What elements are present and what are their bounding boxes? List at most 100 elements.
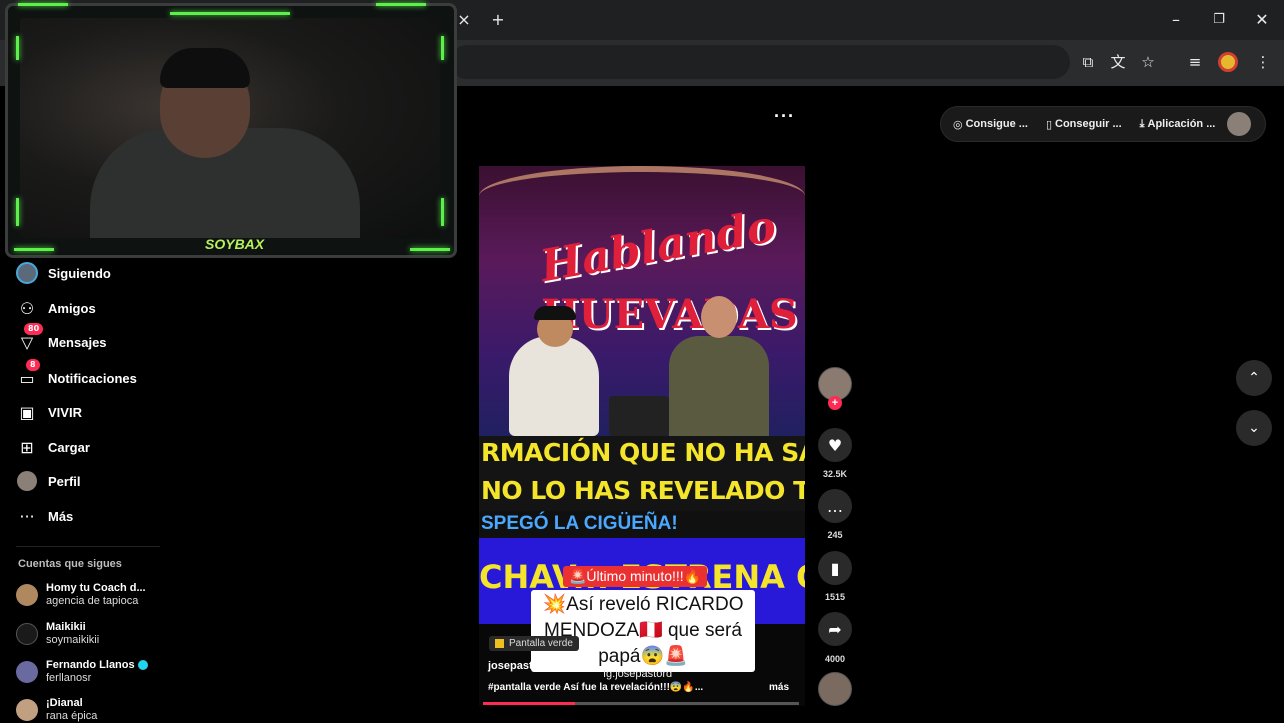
see-more-link[interactable]: más	[769, 682, 789, 693]
account-handle: agencia de tapioca	[46, 595, 139, 607]
account-item[interactable]: Maikikii soymaikikii	[16, 621, 99, 647]
person-hair	[160, 48, 250, 88]
next-video-button[interactable]: ⌄	[1236, 410, 1272, 446]
sidebar-item-messages[interactable]: ▽ 80 Mensajes	[14, 323, 107, 357]
sidebar-item-friends[interactable]: ⚇ Amigos	[14, 293, 96, 323]
avatar-icon	[14, 260, 40, 286]
share-button[interactable]: ➦	[818, 612, 852, 646]
frame-accent	[16, 198, 19, 226]
cast-icon[interactable]: ⧉	[1076, 50, 1100, 74]
streamer-name: SOYBAX	[205, 236, 265, 252]
friends-icon: ⚇	[19, 298, 35, 318]
account-item[interactable]: Homy tu Coach d... agencia de tapioca	[16, 582, 146, 608]
get-desktop-label: Conseguir ...	[1055, 118, 1122, 130]
account-item[interactable]: Fernando Llanos ferllanosr	[16, 659, 148, 685]
media-icon[interactable]: ≡	[1183, 50, 1207, 74]
translate-icon[interactable]: 文	[1106, 50, 1130, 74]
chevron-down-icon: ⌄	[1248, 420, 1260, 436]
account-name: ¡Dianal	[46, 697, 83, 709]
sidebar-item-label: Siguiendo	[48, 265, 111, 281]
video-player[interactable]: Hablando HUEVADAS RMACIÓN QUE NO HA SALI…	[479, 166, 805, 706]
sidebar-item-live[interactable]: ▣ VIVIR	[14, 397, 82, 427]
get-coins-label: Consigue ...	[965, 118, 1028, 130]
sidebar-item-upload[interactable]: ⊞ Cargar	[14, 432, 90, 462]
heart-icon: ♥	[827, 435, 843, 455]
get-coins-button[interactable]: ◎ Consigue ...	[953, 118, 1028, 131]
account-name: Homy tu Coach d...	[46, 582, 146, 594]
download-icon: ⤓	[1139, 117, 1145, 130]
previous-video-button[interactable]: ⌃	[1236, 360, 1272, 396]
headline-line1: RMACIÓN QUE NO HA SALIDO	[481, 438, 805, 467]
download-app-button[interactable]: ⤓ Aplicación ...	[1140, 117, 1216, 131]
account-item[interactable]: ¡Dianal rana épica	[16, 697, 97, 723]
frame-accent	[16, 36, 19, 60]
comment-icon: …	[827, 496, 843, 516]
video-author[interactable]: josepastord	[488, 660, 550, 672]
person-left	[509, 336, 599, 436]
frame-accent	[18, 3, 68, 6]
address-bar[interactable]	[450, 45, 1070, 79]
sidebar-item-notifications[interactable]: ▭ 8 Notificaciones	[14, 359, 137, 393]
restore-button[interactable]: ❐	[1207, 8, 1231, 32]
profile-icon	[14, 468, 40, 494]
notifications-badge: 8	[26, 359, 40, 371]
subheadline-text: SPEGÓ LA CIGÜEÑA!	[481, 513, 678, 534]
notifications-icon: ▭ 8	[14, 359, 40, 391]
like-button[interactable]: ♥	[818, 428, 852, 462]
sidebar-item-more[interactable]: ··· Más	[14, 501, 73, 531]
divider	[16, 546, 160, 547]
sidebar-item-label: Perfil	[48, 473, 81, 489]
caption-main: 💥Así reveló RICARDO MENDOZA🇵🇪 que será p…	[531, 590, 755, 672]
account-name: Maikikii	[46, 621, 86, 633]
upload-icon: ⊞	[20, 437, 34, 457]
sidebar-item-profile[interactable]: Perfil	[14, 466, 81, 496]
account-handle: ferllanosr	[46, 672, 92, 684]
close-window-button[interactable]: ✕	[1250, 8, 1274, 32]
avatar	[16, 699, 38, 721]
more-options-button[interactable]: ···	[774, 106, 795, 127]
sidebar-item-label: Cargar	[48, 439, 90, 455]
sound-avatar[interactable]	[818, 672, 852, 706]
progress-fill	[483, 702, 575, 705]
messages-badge: 80	[24, 323, 44, 335]
follow-button[interactable]: +	[828, 396, 842, 410]
menu-icon[interactable]: ⋮	[1251, 50, 1275, 74]
minimize-button[interactable]: –	[1164, 8, 1188, 32]
verified-icon	[137, 660, 148, 671]
save-count: 1515	[824, 592, 846, 602]
profile-icon[interactable]	[1218, 52, 1238, 72]
share-icon: ➦	[828, 619, 842, 639]
frame-accent	[410, 248, 450, 251]
share-count: 4000	[824, 654, 846, 664]
sidebar-item-label: Mensajes	[48, 334, 107, 350]
webcam-feed	[20, 18, 440, 238]
avatar	[16, 623, 38, 645]
effect-tag[interactable]: Pantalla verde	[489, 636, 579, 651]
sidebar-item-label: Más	[48, 508, 74, 524]
frame-accent	[441, 36, 444, 60]
frame-accent	[376, 3, 426, 6]
show-logo-line2: HUEVADAS	[541, 291, 798, 338]
headline-line2: NO LO HAS REVELADO TODAV	[481, 476, 805, 505]
sidebar-item-label: Amigos	[48, 300, 96, 316]
coin-icon: ◎	[953, 117, 963, 131]
person-right-head	[701, 296, 737, 338]
table	[609, 396, 669, 436]
save-button[interactable]: ▮	[818, 551, 852, 585]
chevron-up-icon: ⌃	[1248, 370, 1260, 386]
account-handle: soymaikikii	[46, 634, 100, 646]
get-desktop-app-button[interactable]: ▯ Conseguir ...	[1046, 118, 1122, 131]
star-icon[interactable]: ☆	[1136, 50, 1160, 74]
sidebar-item-following[interactable]: Siguiendo	[14, 258, 111, 288]
following-accounts-title: Cuentas que sigues	[18, 558, 122, 570]
account-name: Fernando Llanos	[46, 659, 135, 671]
comment-button[interactable]: …	[818, 489, 852, 523]
user-avatar[interactable]	[1227, 112, 1252, 136]
sidebar-item-label: VIVIR	[48, 404, 82, 420]
more-icon: ···	[19, 506, 35, 526]
new-tab-button[interactable]: +	[486, 8, 510, 32]
effect-tag-label: Pantalla verde	[509, 638, 573, 649]
comment-count: 245	[827, 530, 843, 540]
like-count: 32.5K	[822, 469, 848, 479]
messages-icon: ▽ 80	[14, 323, 44, 355]
